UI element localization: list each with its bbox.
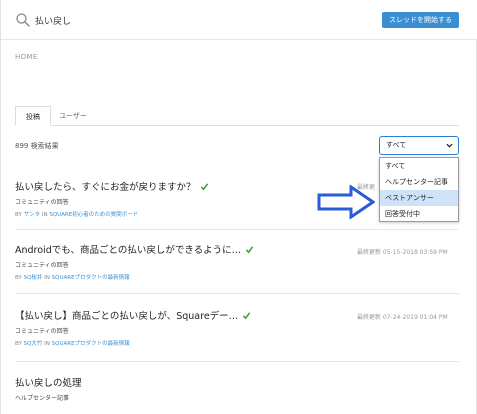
by-label: BY <box>15 275 22 281</box>
in-label: IN <box>41 212 48 218</box>
filter-dropdown-menu: すべて ヘルプセンター記事 ベストアンサー 回答受付中 <box>379 157 459 222</box>
list-item[interactable]: Androidでも、商品ごとの払い戻しができるように… コミュニティの回答 BY… <box>15 242 254 281</box>
author-link[interactable]: サンタ <box>24 212 41 218</box>
result-count: 899 検索結果 <box>15 142 59 150</box>
post-title-text[interactable]: Androidでも、商品ごとの払い戻しができるように… <box>15 245 241 256</box>
board-link[interactable]: SQUAREプロダクトの最新情報 <box>52 341 130 347</box>
list-item[interactable]: 払い戻したら、すぐにお金が戻りますか？ コミュニティの回答 BY サンタ IN … <box>15 179 209 218</box>
start-thread-button[interactable]: スレッドを開始する <box>382 12 459 28</box>
search-bar: 払い戻し スレッドを開始する <box>1 0 477 40</box>
search-input[interactable]: 払い戻し <box>35 14 71 27</box>
post-type: コミュニティの回答 <box>15 328 69 335</box>
tab-bar: 投稿 ユーザー <box>15 106 459 126</box>
post-title-text[interactable]: 【払い戻し】商品ごとの払い戻しが、Squareデー… <box>15 311 238 322</box>
post-title[interactable]: Androidでも、商品ごとの払い戻しができるように… <box>15 242 254 256</box>
author-link[interactable]: SQ桜井 <box>24 275 43 281</box>
filter-option-help-articles[interactable]: ヘルプセンター記事 <box>380 174 458 190</box>
by-label: BY <box>15 341 22 347</box>
post-meta: BY SQ桜井 IN SQUAREプロダクトの最新情報 <box>15 273 254 281</box>
filter-select[interactable]: すべて <box>379 136 459 155</box>
filter-option-open-questions[interactable]: 回答受付中 <box>380 206 458 222</box>
post-meta: BY サンタ IN SQUARE初心者のための質問ボード <box>15 210 209 218</box>
post-meta: BY SQ大竹 IN SQUAREプロダクトの最新情報 <box>15 339 251 347</box>
check-icon <box>242 312 251 320</box>
by-label: BY <box>15 212 22 218</box>
filter-select-value: すべて <box>386 141 407 149</box>
filter-option-best-answer[interactable]: ベストアンサー <box>380 190 458 206</box>
list-item[interactable]: 払い戻しの処理 ヘルプセンター記事 <box>15 375 82 402</box>
in-label: IN <box>44 341 50 347</box>
author-link[interactable]: SQ大竹 <box>24 341 43 347</box>
post-type: コミュニティの回答 <box>15 199 69 206</box>
breadcrumb[interactable]: HOME <box>15 53 37 61</box>
board-link[interactable]: SQUARE初心者のための質問ボード <box>49 212 138 218</box>
filter-option-all[interactable]: すべて <box>380 158 458 174</box>
list-item[interactable]: 【払い戻し】商品ごとの払い戻しが、Squareデー… コミュニティの回答 BY … <box>15 308 251 347</box>
post-title-text[interactable]: 払い戻したら、すぐにお金が戻りますか？ <box>15 182 196 193</box>
search-results-page: 払い戻し スレッドを開始する HOME 投稿 ユーザー 899 検索結果 すべて… <box>0 0 477 414</box>
post-title[interactable]: 払い戻しの処理 <box>15 375 82 389</box>
tab-posts[interactable]: 投稿 <box>15 106 51 126</box>
check-icon <box>245 246 254 254</box>
check-icon <box>200 183 208 191</box>
arrow-right-icon <box>317 185 375 219</box>
in-label: IN <box>44 275 50 281</box>
chevron-down-icon <box>446 143 453 148</box>
search-icon[interactable] <box>15 12 31 28</box>
tab-users[interactable]: ユーザー <box>55 106 91 126</box>
post-type: コミュニティの回答 <box>15 262 69 269</box>
post-date: 最終更新 05-15-2018 03:59 PM <box>357 249 448 256</box>
board-link[interactable]: SQUAREプロダクトの最新情報 <box>52 275 130 281</box>
post-type: ヘルプセンター記事 <box>15 395 70 402</box>
divider <box>15 229 459 230</box>
post-title[interactable]: 払い戻したら、すぐにお金が戻りますか？ <box>15 179 209 193</box>
divider <box>15 293 459 294</box>
divider <box>15 361 459 362</box>
post-date: 最終更新 07-24-2019 01:04 PM <box>357 314 448 321</box>
post-title[interactable]: 【払い戻し】商品ごとの払い戻しが、Squareデー… <box>15 308 251 322</box>
